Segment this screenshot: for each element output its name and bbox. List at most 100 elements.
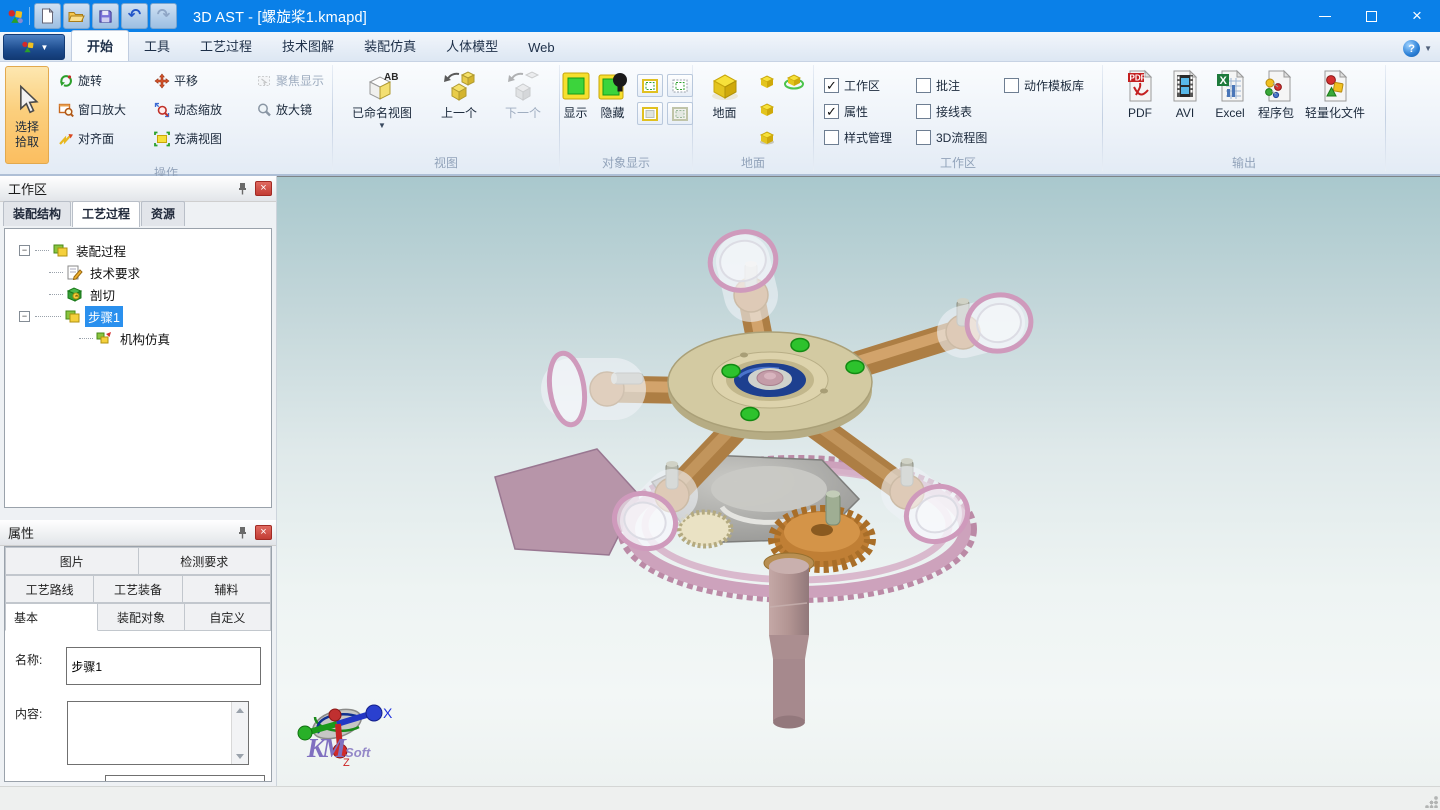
prop-tab-basic[interactable]: 基本	[5, 603, 98, 631]
named-views-button[interactable]: AB 已命名视图 ▼	[340, 66, 424, 132]
previous-view-button[interactable]: 上一个	[428, 66, 490, 122]
ground-button[interactable]: 地面	[700, 66, 750, 122]
tab-human-model[interactable]: 人体模型	[431, 31, 513, 61]
pin-icon[interactable]	[233, 181, 251, 197]
tree-connector	[35, 316, 61, 317]
display-mode-3-button[interactable]	[637, 102, 663, 125]
properties-close-button[interactable]: ×	[255, 525, 272, 540]
tab-process-tree[interactable]: 工艺过程	[72, 201, 140, 227]
focus-display-label: 聚焦显示	[276, 72, 324, 89]
export-package-button[interactable]: 程序包	[1254, 66, 1298, 122]
prop-tab-inspection[interactable]: 检测要求	[139, 547, 272, 575]
display-mode-4-icon	[672, 107, 688, 121]
checkbox-style-manager[interactable]: 样式管理	[824, 129, 916, 146]
tree-item-label[interactable]: 装配过程	[73, 240, 129, 261]
save-floppy-icon	[98, 9, 113, 24]
fit-view-button[interactable]: 充满视图	[151, 128, 253, 149]
viewport-3d[interactable]: X Z KMSoft	[277, 176, 1440, 786]
display-mode-1-button[interactable]	[637, 74, 663, 97]
prop-tab-custom[interactable]: 自定义	[185, 603, 271, 631]
tree-item-label[interactable]: 剖切	[87, 284, 118, 305]
checkbox-annotation[interactable]: 批注	[916, 77, 1004, 94]
checkbox-workspace[interactable]: ✓ 工作区	[824, 77, 916, 94]
close-button[interactable]: ×	[1394, 0, 1440, 32]
export-excel-button[interactable]: X Excel	[1209, 66, 1251, 122]
checkbox-action-template-lib-label: 动作模板库	[1024, 77, 1084, 94]
display-mode-2-button[interactable]	[667, 74, 693, 97]
tab-process[interactable]: 工艺过程	[185, 31, 267, 61]
expand-toggle-icon[interactable]: −	[19, 245, 30, 256]
tab-resources[interactable]: 资源	[141, 201, 185, 226]
checkbox-annotation-label: 批注	[936, 77, 960, 94]
focus-display-icon	[256, 73, 272, 89]
tab-assembly-structure[interactable]: 装配结构	[3, 201, 71, 226]
minimize-button[interactable]	[1302, 0, 1348, 32]
ground-ring-button[interactable]	[783, 71, 805, 96]
scroll-down-icon[interactable]	[232, 748, 248, 764]
application-menu-button[interactable]: ▼	[3, 34, 65, 60]
redo-button[interactable]: ↷	[150, 3, 177, 29]
expand-toggle-icon[interactable]: −	[19, 311, 30, 322]
tree-item-step1[interactable]: − 步骤1	[5, 305, 271, 327]
ground-floor-button[interactable]	[757, 99, 777, 124]
display-mode-4-button[interactable]	[667, 102, 693, 125]
save-button[interactable]	[92, 3, 119, 29]
export-lightweight-button[interactable]: 轻量化文件	[1301, 66, 1369, 122]
tree-item-tech-requirements[interactable]: 技术要求	[5, 261, 271, 283]
prop-tab-auxiliary[interactable]: 辅料	[183, 575, 271, 603]
prop-tab-process-equipment[interactable]: 工艺装备	[94, 575, 182, 603]
ground-options	[754, 70, 807, 153]
maximize-icon	[1366, 11, 1377, 22]
workspace-close-button[interactable]: ×	[255, 181, 272, 196]
tab-start[interactable]: 开始	[71, 30, 129, 61]
align-face-button[interactable]: 对齐面	[55, 128, 151, 149]
tree-item-label[interactable]: 技术要求	[87, 262, 143, 283]
properties-body: 图片 检测要求 工艺路线 工艺装备 辅料 基本 装配对象 自定义	[4, 546, 272, 782]
undo-button[interactable]: ↶	[121, 3, 148, 29]
hide-object-button[interactable]: 隐藏	[594, 66, 632, 122]
pdf-icon: PDF	[1123, 69, 1157, 103]
tree-item-label-selected[interactable]: 步骤1	[85, 306, 123, 327]
prop-tab-assembly-object[interactable]: 装配对象	[98, 603, 184, 631]
show-object-button[interactable]: 显示	[558, 66, 594, 122]
help-dropdown-icon[interactable]: ▼	[1424, 44, 1432, 53]
help-icon[interactable]: ?	[1403, 40, 1420, 57]
checkbox-properties[interactable]: ✓ 属性	[824, 103, 916, 120]
pan-button[interactable]: 平移	[151, 70, 253, 91]
tab-tools[interactable]: 工具	[129, 31, 185, 61]
prop-tab-image[interactable]: 图片	[5, 547, 139, 575]
tree-item-assembly-process[interactable]: − 装配过程	[5, 239, 271, 261]
name-input[interactable]	[66, 647, 261, 685]
ground-grid-button[interactable]	[757, 127, 777, 152]
window-zoom-button[interactable]: 窗口放大	[55, 99, 151, 120]
content-scrollbar[interactable]	[231, 702, 248, 764]
maximize-button[interactable]	[1348, 0, 1394, 32]
next-view-button[interactable]: 下一个	[494, 66, 552, 122]
scroll-up-icon[interactable]	[232, 702, 248, 718]
tab-assembly-simulation[interactable]: 装配仿真	[349, 31, 431, 61]
rotate-button[interactable]: 旋转	[55, 70, 151, 91]
tree-item-label[interactable]: 机构仿真	[117, 328, 173, 349]
new-file-button[interactable]	[34, 3, 61, 29]
content-textarea[interactable]	[68, 702, 231, 764]
tab-tech-illustration[interactable]: 技术图解	[267, 31, 349, 61]
checkbox-wiring-table[interactable]: 接线表	[916, 103, 1004, 120]
package-icon	[1259, 69, 1293, 103]
open-file-button[interactable]	[63, 3, 90, 29]
pin-icon[interactable]	[233, 525, 251, 541]
prop-tab-process-route[interactable]: 工艺路线	[5, 575, 94, 603]
resize-grip[interactable]	[1425, 795, 1438, 808]
tree-item-mechanism-simulation[interactable]: 机构仿真	[5, 327, 271, 349]
tree-item-section[interactable]: 剖切	[5, 283, 271, 305]
tab-web[interactable]: Web	[513, 35, 570, 61]
dynamic-zoom-button[interactable]: 动态缩放	[151, 99, 253, 120]
ribbon-tab-row: ▼ 开始 工具 工艺过程 技术图解 装配仿真 人体模型 Web ? ▼	[0, 32, 1440, 62]
select-pick-button[interactable]: 选择拾取	[5, 66, 49, 164]
ground-small-button[interactable]	[757, 71, 777, 96]
checkbox-3d-flowchart-label: 3D流程图	[936, 129, 987, 146]
checkbox-action-template-lib[interactable]: 动作模板库	[1004, 77, 1114, 94]
checkbox-3d-flowchart[interactable]: 3D流程图	[916, 129, 1004, 146]
properties-tab-row-3: 基本 装配对象 自定义	[5, 603, 271, 631]
export-avi-button[interactable]: AVI	[1164, 66, 1206, 122]
export-pdf-button[interactable]: PDF PDF	[1119, 66, 1161, 122]
